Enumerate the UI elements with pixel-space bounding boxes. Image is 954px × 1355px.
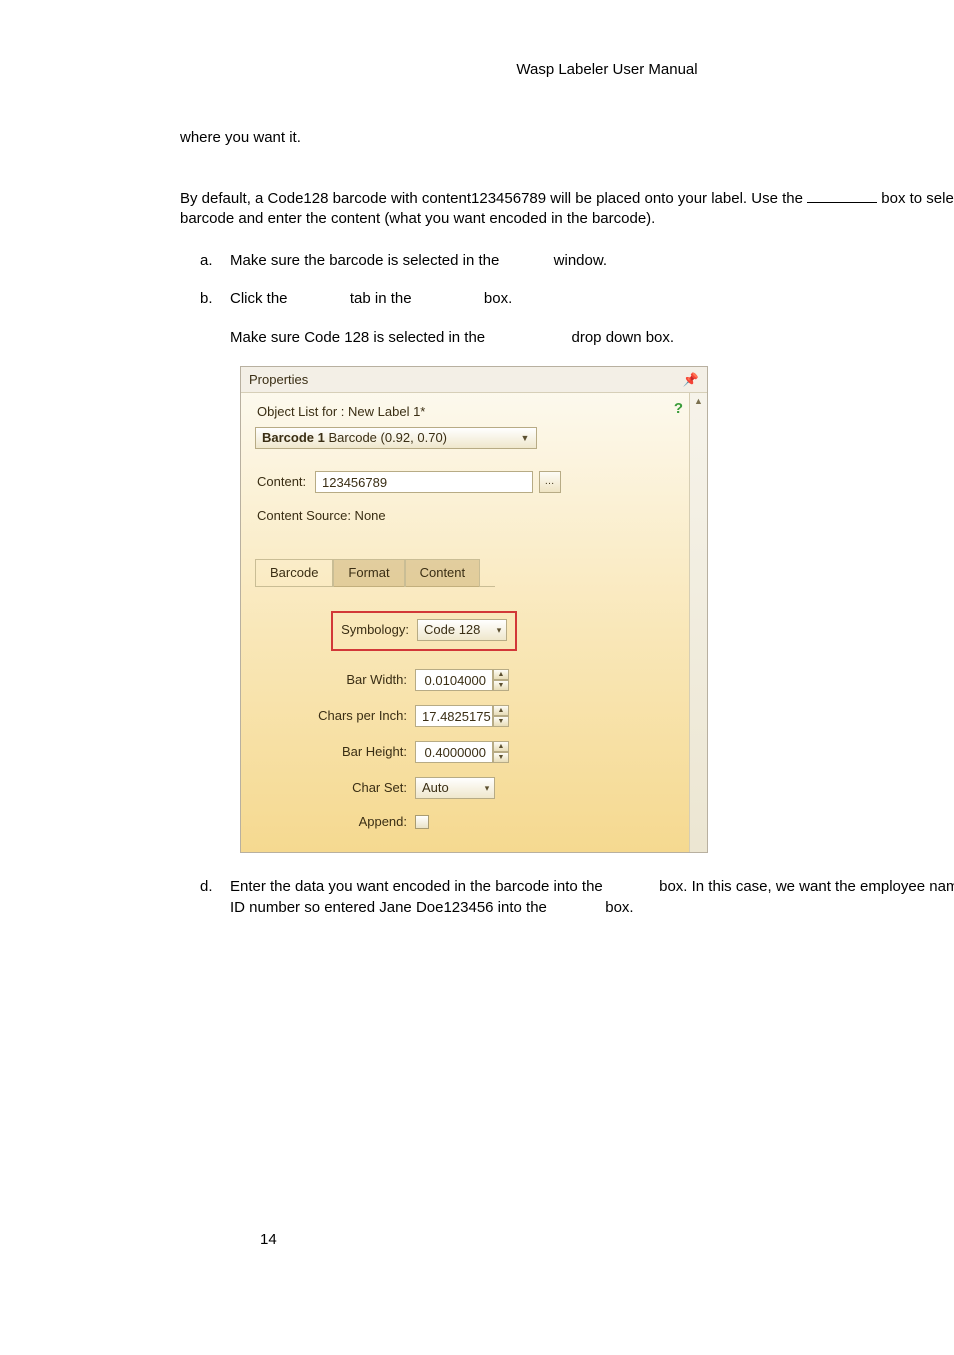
body-para-2: By default, a Code128 barcode with conte… (180, 189, 954, 230)
object-name-rest: Barcode (0.92, 0.70) (328, 430, 447, 445)
bar-height-label: Bar Height: (255, 743, 415, 761)
cpi-label: Chars per Inch: (255, 707, 415, 725)
chevron-down-icon: ▾ (480, 782, 494, 794)
li-b-2b: drop down box. (572, 329, 675, 346)
page-number: 14 (260, 1230, 277, 1250)
charset-select[interactable]: Auto ▾ (415, 777, 495, 799)
chevron-down-icon: ▼ (518, 432, 532, 444)
pin-icon[interactable]: 📌 (683, 371, 699, 389)
li-b-1b: tab in the (350, 290, 416, 307)
li-b-1c: box. (484, 290, 512, 307)
properties-panel: Properties 📌 ? ▲ Object List for : New L… (240, 366, 708, 854)
object-select[interactable]: Barcode 1 Barcode (0.92, 0.70) ▼ (255, 427, 537, 449)
content-browse-button[interactable]: … (539, 471, 561, 493)
charset-label: Char Set: (255, 779, 415, 797)
spin-down-button[interactable]: ▼ (493, 680, 509, 691)
charset-value: Auto (422, 779, 480, 797)
bar-width-input[interactable]: 0.0104000 (415, 669, 493, 691)
list-marker: a. (200, 251, 230, 271)
cpi-input[interactable]: 17.4825175 (415, 705, 493, 727)
bar-width-stepper[interactable]: 0.0104000 ▲ ▼ (415, 669, 509, 691)
content-source-label: Content Source: None (255, 507, 681, 525)
spin-down-button[interactable]: ▼ (493, 752, 509, 763)
para2-text-a: By default, a Code128 barcode with conte… (180, 190, 807, 207)
symbology-value: Code 128 (424, 621, 492, 639)
chevron-down-icon: ▾ (492, 624, 506, 636)
scrollbar[interactable]: ▲ (689, 393, 707, 852)
tab-format[interactable]: Format (333, 559, 404, 587)
page-header: Wasp Labeler User Manual (130, 60, 954, 80)
blank-underline (807, 202, 877, 203)
cpi-stepper[interactable]: 17.4825175 ▲ ▼ (415, 705, 509, 727)
object-list-label: Object List for : New Label 1* (257, 403, 681, 421)
li-a-text-b: window. (554, 252, 607, 269)
li-b-2a: Make sure Code 128 is selected in the (230, 329, 489, 346)
li-b-1a: Click the (230, 290, 292, 307)
symbology-label: Symbology: (341, 621, 417, 639)
body-para-1: where you want it. (180, 128, 954, 148)
append-label: Append: (255, 813, 415, 831)
spin-up-button[interactable]: ▲ (493, 705, 509, 716)
object-name-bold: Barcode 1 (262, 430, 328, 445)
li-d-c: box. (605, 899, 633, 916)
scroll-up-icon[interactable]: ▲ (694, 395, 703, 407)
symbology-highlight-frame: Symbology: Code 128 ▾ (331, 611, 517, 651)
list-item-d: d. Enter the data you want encoded in th… (200, 877, 954, 918)
tab-content[interactable]: Content (405, 559, 481, 587)
content-input[interactable]: 123456789 (315, 471, 533, 493)
spin-up-button[interactable]: ▲ (493, 741, 509, 752)
tab-barcode[interactable]: Barcode (255, 559, 333, 587)
bar-width-label: Bar Width: (255, 671, 415, 689)
panel-titlebar: Properties 📌 (241, 367, 707, 394)
li-d-a: Enter the data you want encoded in the b… (230, 878, 607, 895)
bar-height-stepper[interactable]: 0.4000000 ▲ ▼ (415, 741, 509, 763)
symbology-select[interactable]: Code 128 ▾ (417, 619, 507, 641)
li-a-text-a: Make sure the barcode is selected in the (230, 252, 504, 269)
list-item-a: a. Make sure the barcode is selected in … (200, 251, 954, 271)
panel-tabs: Barcode Format Content (255, 558, 495, 587)
bar-height-input[interactable]: 0.4000000 (415, 741, 493, 763)
list-marker: d. (200, 877, 230, 918)
list-item-b: b. Click the tab in the box. Make sure C… (200, 289, 954, 348)
panel-title: Properties (249, 371, 308, 389)
list-marker: b. (200, 289, 230, 348)
help-icon[interactable]: ? (674, 399, 683, 419)
spin-down-button[interactable]: ▼ (493, 716, 509, 727)
append-checkbox[interactable] (415, 815, 429, 829)
content-label: Content: (255, 473, 315, 491)
spin-up-button[interactable]: ▲ (493, 669, 509, 680)
